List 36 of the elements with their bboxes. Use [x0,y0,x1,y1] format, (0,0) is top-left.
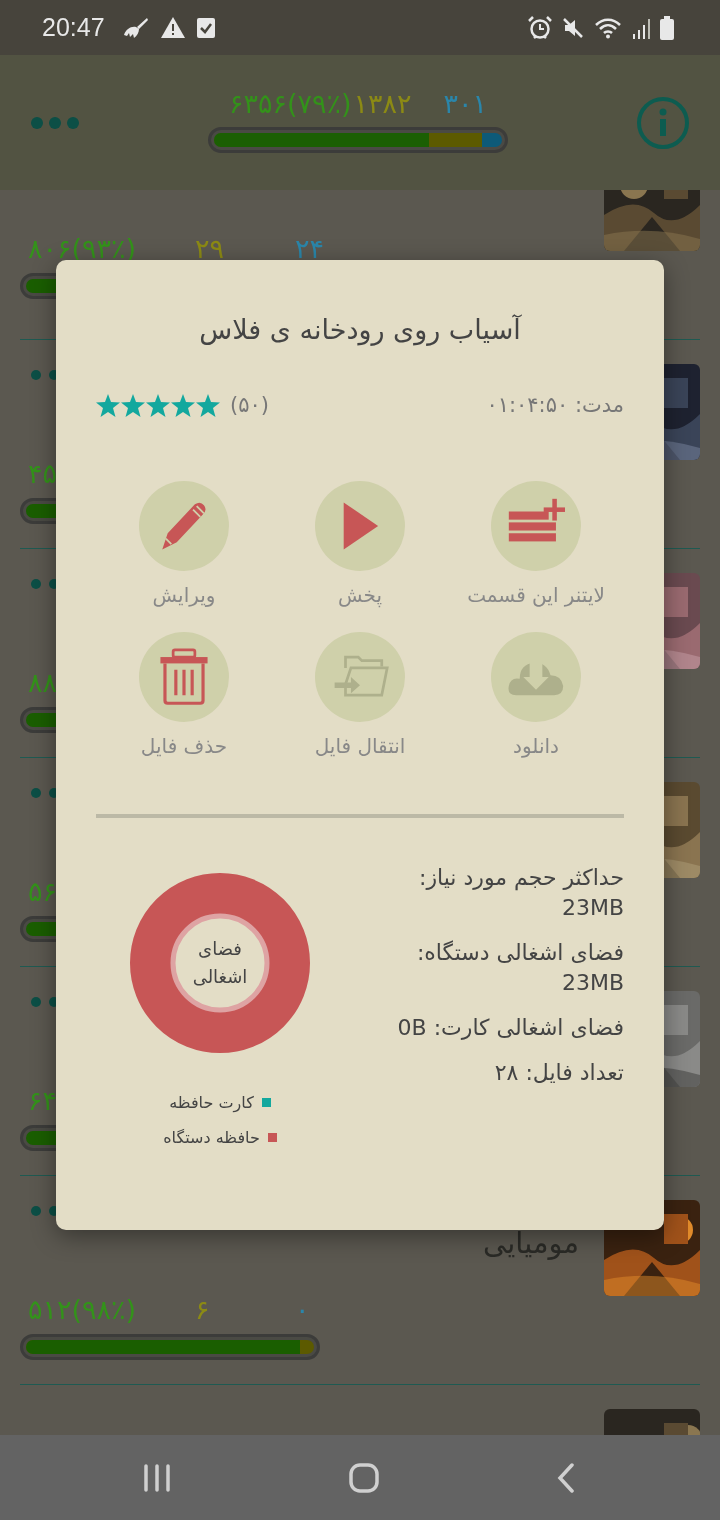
count-text: ۵۶ [28,875,57,909]
count-text: ۳۰۱ [443,86,488,121]
wifi-icon [594,16,622,39]
recent-apps-icon[interactable] [143,1463,171,1492]
count-text: ۴۵ [28,457,57,491]
count-text: ۱۳۸۲ [353,86,412,121]
count-text: ۶۴ [28,1084,57,1118]
info-text: فضای اشغالی دستگاه: 23MB [415,939,624,997]
count-text: ۶ [195,1293,210,1327]
legend-label: حافظه دستگاه [163,1127,260,1149]
count-text: ۸۰۶(۹۳٪) [28,232,137,266]
broom-icon [122,16,149,39]
count-text: ۸۸ [28,666,57,700]
rating-count: (۵۰) [230,393,269,417]
alarm-icon [528,15,552,40]
back-icon[interactable] [557,1462,575,1493]
chart-label: فضای اشغالی [191,937,249,989]
add-to-list-button[interactable]: لایتنر این قسمت [467,481,605,610]
signal-icon [632,16,650,39]
count-text: ۲۹ [195,232,224,266]
count-text: ۲۴ [295,232,324,266]
duration-text: مدت: ۰۱:۰۴:۵۰ [486,393,624,417]
clock-time: 20:47 [42,13,105,42]
info-text: حداکثر حجم مورد نیاز: 23MB [418,864,624,922]
dialog-title: آسیاب روی رودخانه ی فلاس [198,313,523,348]
legend-label: کارت حافظه [169,1092,254,1114]
info-text: تعداد فایل: ۲۸ [493,1059,624,1087]
home-icon[interactable] [349,1462,379,1493]
mute-icon [562,16,584,39]
warning-icon [160,17,185,38]
battery-icon [660,15,674,40]
checkbox-icon [196,17,215,38]
count-text: ۵۱۲(۹۸٪) [28,1293,137,1327]
count-text: ۶۳۵۶(۷۹٪) [228,86,352,121]
info-text: فضای اشغالی کارت: 0B [396,1014,624,1042]
count-text: ۰ [295,1293,310,1327]
